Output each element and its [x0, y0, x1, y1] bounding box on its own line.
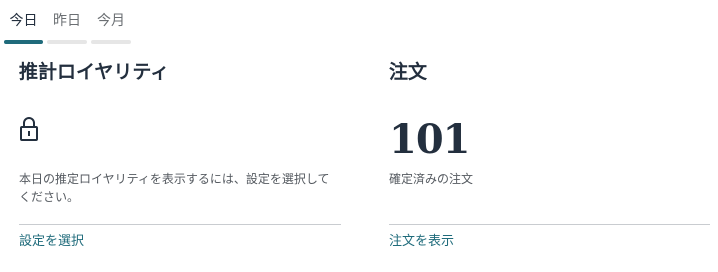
tab-today-label: 今日 — [9, 13, 38, 29]
estimated-royalty-title: 推計ロイヤリティ — [19, 61, 170, 83]
tab-this-month-label: 今月 — [97, 13, 125, 29]
lock-icon — [19, 116, 39, 142]
view-orders-link[interactable]: 注文を表示 — [389, 232, 454, 252]
period-tabs: 今日 昨日 今月 — [4, 8, 131, 46]
tab-yesterday[interactable]: 昨日 — [47, 8, 87, 46]
select-settings-link[interactable]: 設定を選択 — [19, 232, 84, 252]
orders-description: 確定済みの注文 — [389, 172, 474, 186]
estimated-royalty-card: 推計ロイヤリティ 本日の推定ロイヤリティを表示するには、設定を選択してください。… — [19, 56, 341, 249]
tab-today-indicator — [4, 40, 43, 44]
estimated-royalty-divider — [19, 224, 341, 225]
tab-this-month-indicator — [91, 40, 131, 44]
orders-count: 101 — [389, 116, 470, 163]
orders-divider — [389, 224, 710, 225]
orders-title: 注文 — [389, 61, 428, 83]
tab-today[interactable]: 今日 — [4, 8, 43, 46]
tab-yesterday-indicator — [47, 40, 87, 44]
tab-yesterday-label: 昨日 — [53, 13, 81, 29]
tab-this-month[interactable]: 今月 — [91, 8, 131, 46]
dashboard-summary: 今日 昨日 今月 推計ロイヤリティ 本日の推定ロイヤリティを表示するには、設定を… — [0, 0, 718, 272]
orders-card: 注文 101 確定済みの注文 注文を表示 — [389, 56, 710, 249]
estimated-royalty-description: 本日の推定ロイヤリティを表示するには、設定を選択してください。 — [19, 172, 330, 204]
